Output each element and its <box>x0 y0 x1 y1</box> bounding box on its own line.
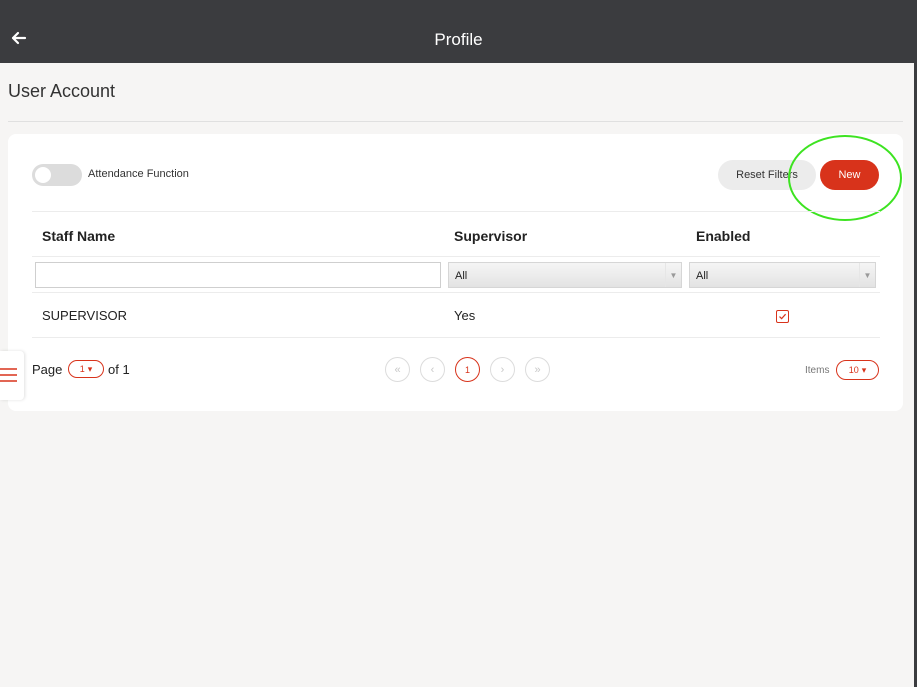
section-heading: User Account <box>8 81 116 101</box>
last-page-button[interactable]: » <box>525 357 550 382</box>
chevron-down-icon: ▼ <box>859 263 875 287</box>
caret-down-icon: ▾ <box>861 364 867 375</box>
attendance-function-toggle[interactable] <box>32 164 82 186</box>
items-per-page-value: 10 <box>848 365 859 375</box>
header-divider <box>32 256 880 257</box>
enabled-filter-value: All <box>696 270 709 282</box>
toggle-knob <box>35 167 51 183</box>
checkmark-icon <box>779 313 787 320</box>
items-label: Items <box>805 365 830 376</box>
page-select[interactable]: 1 ▾ <box>68 360 104 378</box>
enabled-filter-select[interactable]: All ▼ <box>689 262 876 288</box>
filter-divider <box>32 292 880 293</box>
double-chevron-left-icon: « <box>394 363 401 376</box>
column-header-supervisor: Supervisor <box>454 228 528 244</box>
page-count-label: of 1 <box>108 362 130 377</box>
double-chevron-right-icon: » <box>534 363 541 376</box>
heading-divider <box>8 121 903 122</box>
chevron-right-icon: › <box>500 363 505 376</box>
staff-name-filter-input[interactable] <box>35 262 441 288</box>
page-label: Page <box>32 362 63 377</box>
chevron-down-icon: ▼ <box>665 263 681 287</box>
column-header-staff-name: Staff Name <box>42 228 116 244</box>
previous-page-button[interactable]: ‹ <box>420 357 445 382</box>
top-bar: Profile <box>0 0 917 63</box>
row-divider <box>32 337 880 338</box>
supervisor-filter-value: All <box>455 270 468 282</box>
page-number-button[interactable]: 1 <box>455 357 480 382</box>
new-button[interactable]: New <box>820 160 879 190</box>
next-page-button[interactable]: › <box>490 357 515 382</box>
column-header-enabled: Enabled <box>696 228 751 244</box>
toolbar-divider <box>32 211 880 212</box>
enabled-checkbox[interactable] <box>776 310 789 323</box>
attendance-function-label: Attendance Function <box>88 168 189 180</box>
reset-filters-button[interactable]: Reset Filters <box>718 160 816 190</box>
table-cell-supervisor: Yes <box>454 308 476 323</box>
first-page-button[interactable]: « <box>385 357 410 382</box>
table-cell-staff-name[interactable]: SUPERVISOR <box>42 308 127 323</box>
caret-down-icon: ▾ <box>87 363 93 374</box>
user-account-card: Attendance Function Reset Filters New St… <box>8 134 903 411</box>
supervisor-filter-select[interactable]: All ▼ <box>448 262 682 288</box>
items-per-page-select[interactable]: 10 ▾ <box>836 360 879 380</box>
page-select-value: 1 <box>79 364 85 374</box>
page-title: Profile <box>434 30 483 49</box>
side-menu-button[interactable] <box>0 351 24 400</box>
chevron-left-icon: ‹ <box>430 363 435 376</box>
hamburger-menu-icon <box>0 368 17 382</box>
